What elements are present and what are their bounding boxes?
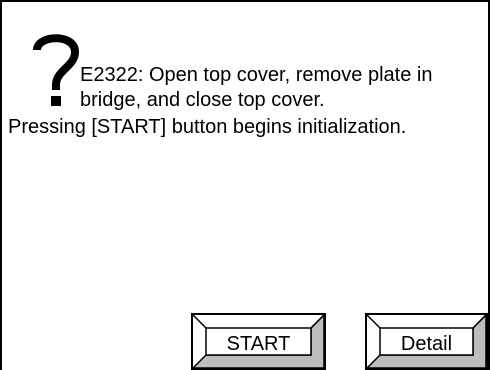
error-dialog: E2322: Open top cover, remove plate in b…	[0, 0, 490, 370]
error-message-line-2: bridge, and close top cover.	[80, 89, 325, 111]
error-message-line-3: Pressing [START] button begins initializ…	[8, 116, 407, 138]
error-message-line-1: E2322: Open top cover, remove plate in	[80, 64, 433, 86]
start-button-label: START	[226, 333, 291, 355]
detail-button-label: Detail	[400, 333, 453, 355]
question-mark-icon	[33, 34, 80, 106]
start-button[interactable]: START	[191, 313, 326, 370]
detail-button[interactable]: Detail	[365, 313, 488, 370]
